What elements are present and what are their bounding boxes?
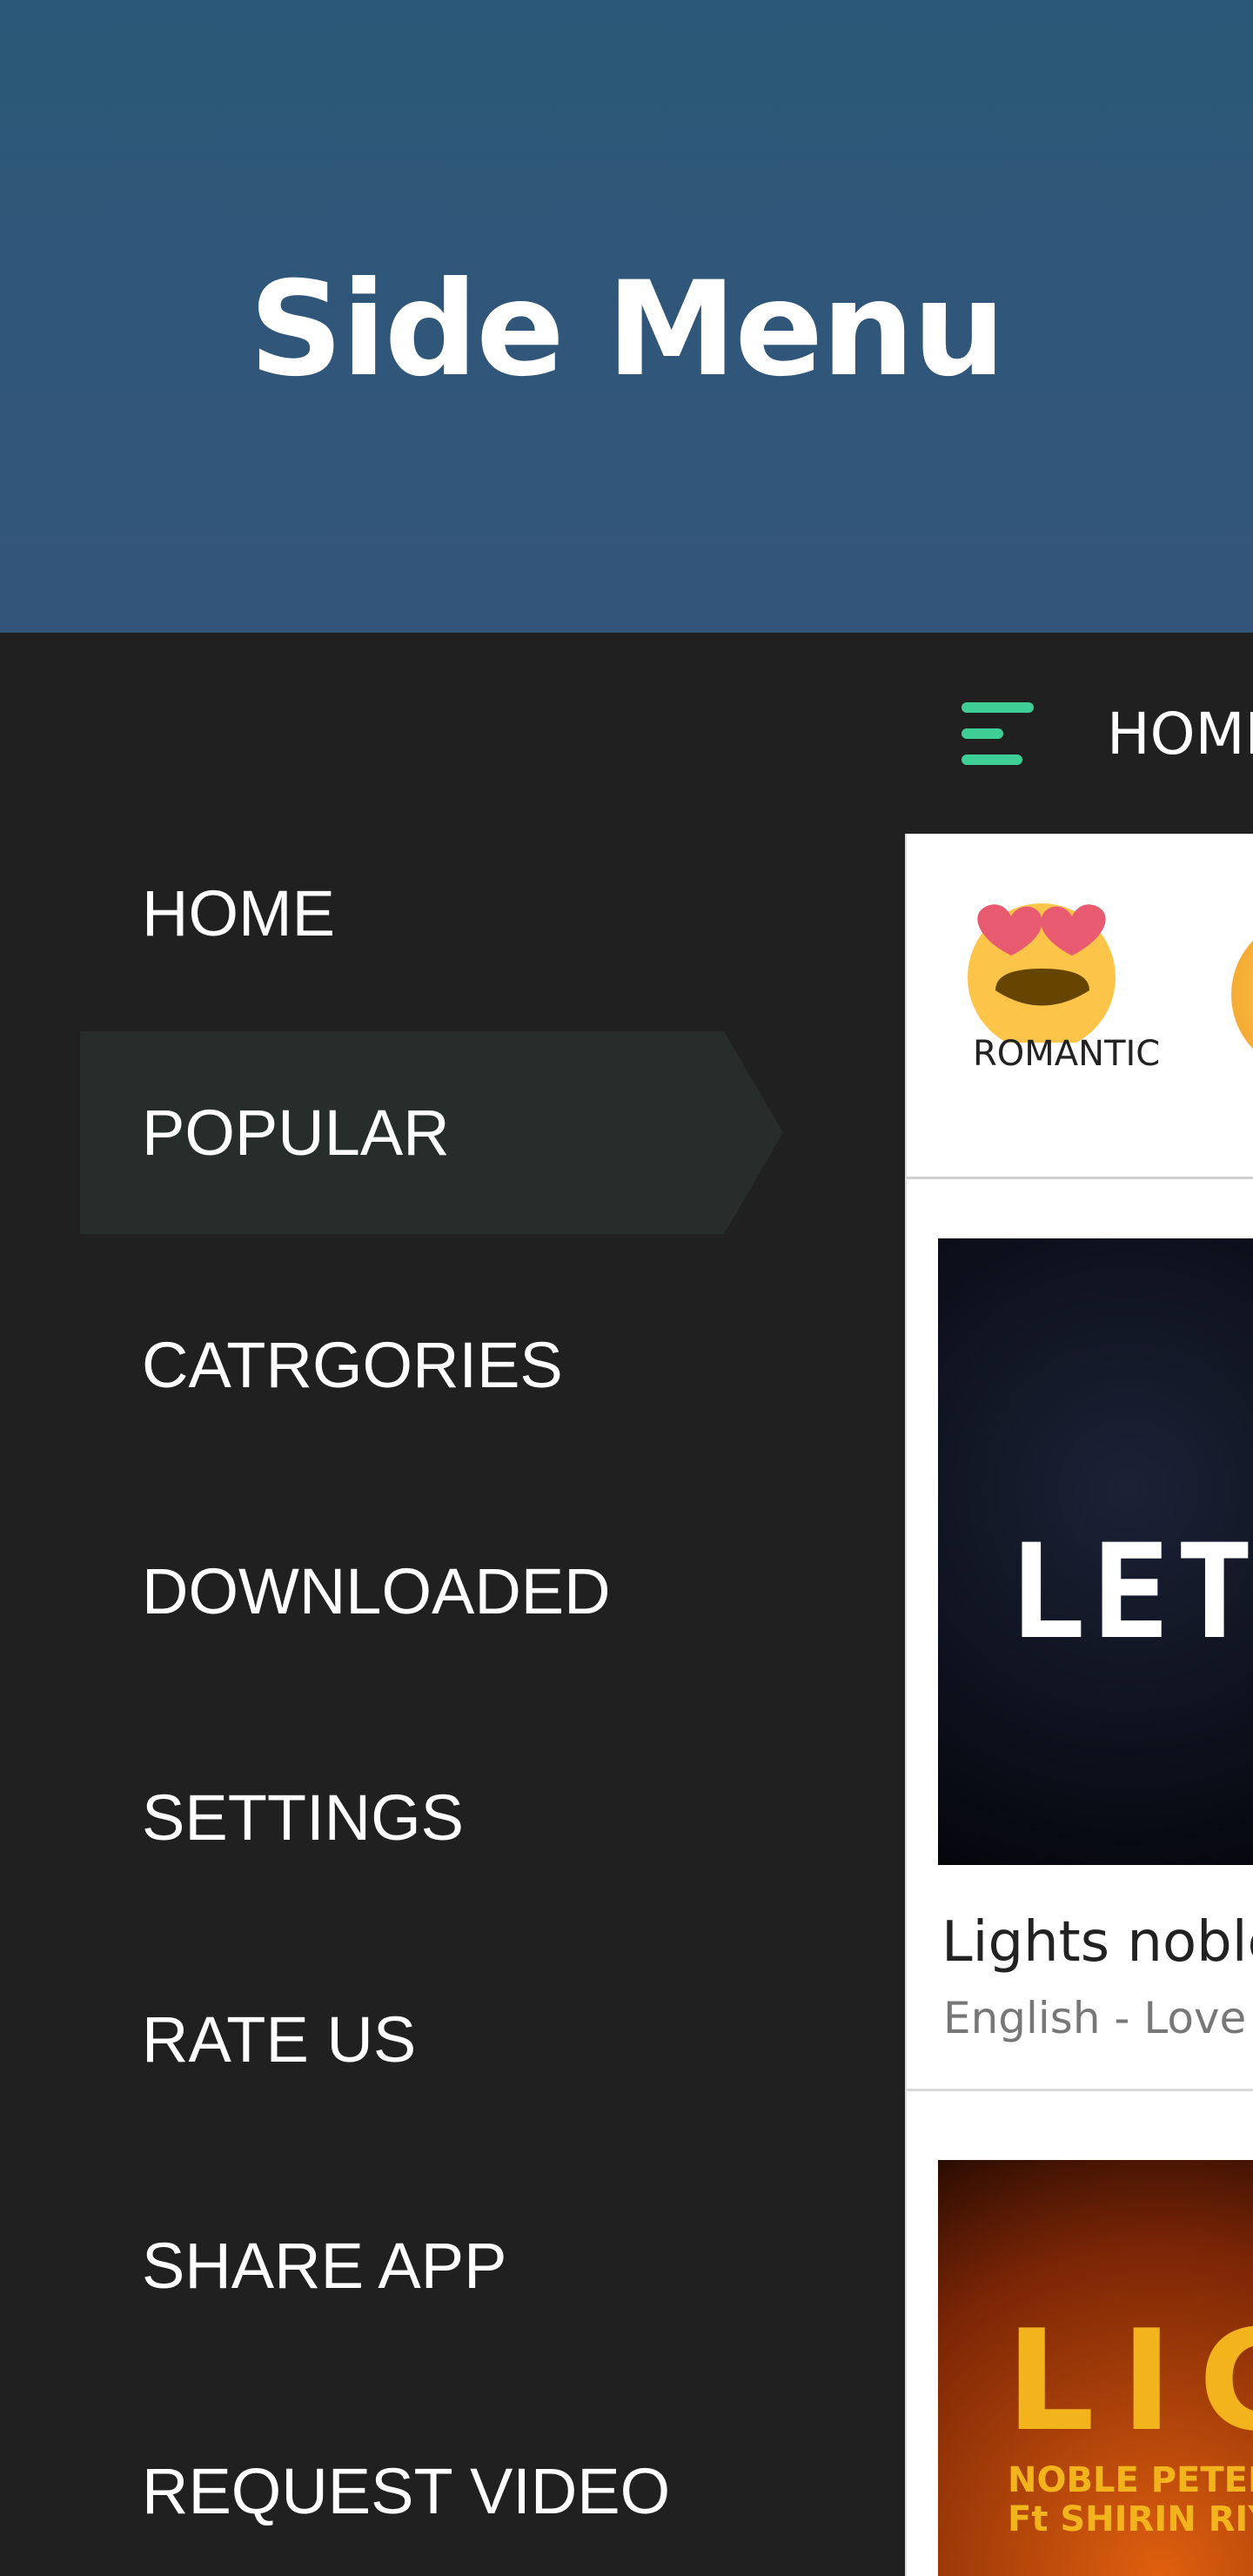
menu-item-rate-us[interactable]: RATE US xyxy=(80,1938,783,2141)
video-subtitle: English - Love F xyxy=(943,1993,1253,2043)
thumbnail-caption: NOBLE PETER xyxy=(1008,2460,1253,2500)
side-menu: HOME POPULAR CATRGORIES DOWNLOADED SETTI… xyxy=(0,633,905,2576)
hamburger-icon[interactable] xyxy=(962,702,1035,765)
menu-item-downloaded[interactable]: DOWNLOADED xyxy=(80,1490,783,1693)
menu-item-home[interactable]: HOME xyxy=(80,812,783,1015)
menu-item-categories[interactable]: CATRGORIES xyxy=(80,1264,783,1466)
toolbar-title: HOME xyxy=(1107,701,1253,768)
drawer-title: Side Menu xyxy=(249,253,1005,406)
menu-item-popular[interactable]: POPULAR xyxy=(80,1031,783,1234)
category-emoji-icon[interactable] xyxy=(1231,916,1253,1073)
app-toolbar: HOME xyxy=(905,633,1253,834)
thumbnail-text: LIG xyxy=(1006,2299,1253,2462)
divider xyxy=(907,2089,1253,2091)
video-thumbnail[interactable]: LET xyxy=(938,1238,1253,1865)
menu-item-share-app[interactable]: SHARE APP xyxy=(80,2164,783,2367)
drawer-header: Side Menu xyxy=(0,0,1253,633)
content-panel: ROMANTIC LET Lights noble English - Love… xyxy=(905,834,1253,2576)
category-romantic[interactable]: ROMANTIC xyxy=(959,895,1160,1074)
menu-item-settings[interactable]: SETTINGS xyxy=(80,1716,783,1919)
heart-eyes-emoji-icon xyxy=(968,903,1116,1051)
video-thumbnail[interactable]: LIG NOBLE PETER Ft SHIRIN RIYAZU xyxy=(938,2160,1253,2576)
category-label: ROMANTIC xyxy=(973,1034,1161,1074)
video-title: Lights noble xyxy=(941,1910,1253,1975)
menu-item-request-video[interactable]: REQUEST VIDEO xyxy=(80,2408,783,2573)
category-row: ROMANTIC xyxy=(907,834,1253,1179)
thumbnail-text: LET xyxy=(1008,1517,1253,1668)
thumbnail-caption: Ft SHIRIN RIYAZU xyxy=(1008,2499,1253,2539)
